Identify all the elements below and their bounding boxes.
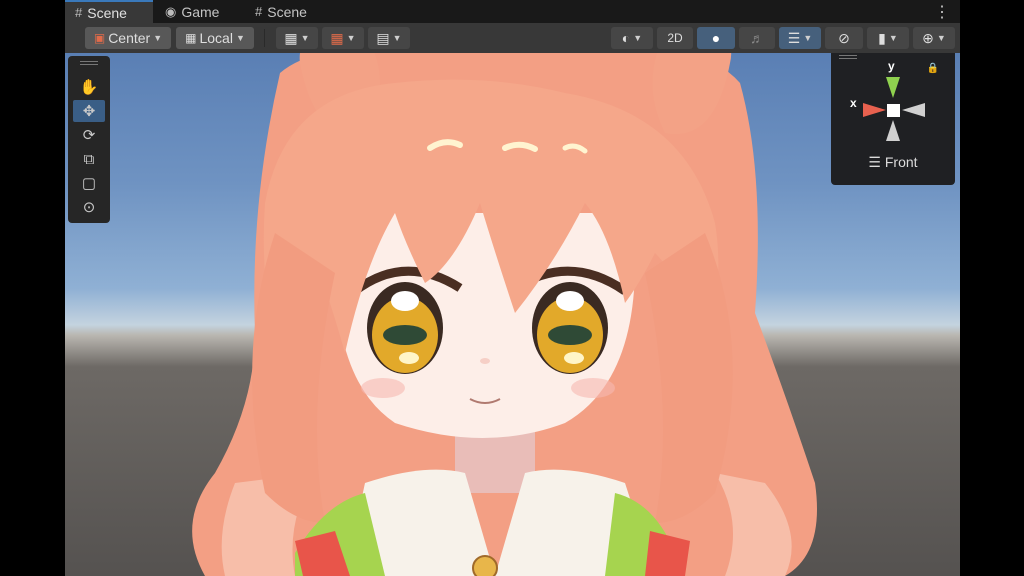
hand-tool[interactable]: ✋	[73, 76, 105, 98]
scale-tool[interactable]: ⧉	[73, 148, 105, 170]
align-button[interactable]: ▤ ▼	[368, 27, 410, 49]
lightbulb-icon: ●	[711, 30, 721, 46]
transform-tool[interactable]: ⊙	[73, 196, 105, 218]
chevron-down-icon: ▼	[346, 33, 356, 43]
y-axis-cone	[886, 77, 900, 98]
gizmo-center	[887, 104, 900, 117]
lighting-toggle[interactable]: ●	[697, 27, 735, 49]
chevron-down-icon: ▼	[633, 33, 643, 43]
layers-icon: ☰	[787, 29, 801, 46]
chevron-down-icon: ▼	[300, 33, 310, 43]
tab-scene-2[interactable]: # Scene	[245, 0, 333, 23]
cube-icon: ▦	[185, 31, 197, 45]
grid-icon: #	[75, 5, 83, 20]
camera-dropdown[interactable]: ▮ ▼	[867, 27, 909, 49]
more-options-icon[interactable]: ⋮	[934, 2, 950, 22]
view-label-text: Front	[884, 154, 918, 170]
camera-icon: ▮	[878, 29, 886, 46]
tab-bar: # Scene ◉ Game # Scene ⋮	[65, 0, 960, 23]
grid-snap-icon: ▦	[284, 29, 298, 46]
space-dropdown[interactable]: ▦ Local ▼	[176, 27, 254, 49]
hidden-objects-toggle[interactable]: ⊘	[825, 27, 863, 49]
menu-icon: ☰	[868, 154, 881, 170]
space-label: Local	[199, 30, 233, 46]
chevron-down-icon: ▼	[392, 33, 402, 43]
chevron-down-icon: ▼	[235, 33, 245, 43]
chevron-down-icon: ▼	[936, 33, 946, 43]
tab-label: Scene	[267, 3, 307, 20]
scene-window: # Scene ◉ Game # Scene ⋮ ▣ Center ▼ ▦ Lo…	[65, 0, 960, 576]
gizmos-dropdown[interactable]: ⊕ ▼	[913, 27, 955, 49]
chevron-down-icon: ▼	[888, 33, 898, 43]
mode-2d-toggle[interactable]: 2D	[657, 27, 693, 49]
hand-icon: ✋	[79, 79, 99, 96]
grid-icon: #	[255, 4, 263, 19]
orientation-gizmo[interactable]: 🔒 y x ☰ Front	[831, 53, 955, 185]
pivot-icon: ▣	[93, 31, 106, 45]
tab-game[interactable]: ◉ Game	[155, 0, 235, 23]
shading-sphere-icon: ◐	[621, 30, 631, 46]
rotate-tool[interactable]: ⟳	[73, 124, 105, 146]
globe-icon: ⊕	[922, 29, 934, 46]
move-tool[interactable]: ✥	[73, 100, 105, 122]
x-axis-cone	[863, 103, 886, 117]
scene-viewport[interactable]: ✋ ✥ ⟳ ⧉ ▢ ⊙ 🔒 y x ☰ Front	[65, 53, 960, 576]
character-render	[192, 53, 817, 576]
tab-label: Game	[181, 3, 220, 20]
tools-overlay: ✋ ✥ ⟳ ⧉ ▢ ⊙	[68, 56, 110, 223]
scale-icon: ⧉	[83, 150, 95, 168]
eye-slash-icon: ⊘	[838, 29, 850, 46]
shading-mode-dropdown[interactable]: ◐ ▼	[611, 27, 653, 49]
audio-icon: ♬	[750, 30, 764, 46]
snap-icon: ▦	[330, 29, 344, 46]
brooch	[472, 555, 498, 576]
scene-toolbar: ▣ Center ▼ ▦ Local ▼ ▦ ▼ ▦ ▼ ▤ ▼ ◐ ▼ 2D	[65, 23, 960, 54]
rotate-icon: ⟳	[82, 127, 96, 144]
pivot-label: Center	[108, 30, 151, 46]
mode-2d-label: 2D	[667, 31, 683, 45]
view-label[interactable]: ☰ Front	[831, 154, 955, 171]
grid-snap-button[interactable]: ▦ ▼	[276, 27, 318, 49]
neg-x-axis-cone	[902, 103, 925, 117]
tab-scene[interactable]: # Scene	[65, 0, 153, 23]
effects-dropdown[interactable]: ☰ ▼	[779, 27, 821, 49]
chevron-down-icon: ▼	[153, 33, 163, 43]
increment-snap-button[interactable]: ▦ ▼	[322, 27, 364, 49]
tab-label: Scene	[87, 4, 127, 21]
rect-tool[interactable]: ▢	[73, 172, 105, 194]
gamepad-icon: ◉	[165, 3, 177, 19]
chevron-down-icon: ▼	[803, 33, 813, 43]
neg-y-axis-cone	[886, 120, 900, 141]
toolbar-divider	[264, 29, 265, 47]
move-icon: ✥	[82, 103, 96, 120]
gizmo-axes	[863, 77, 925, 141]
drag-handle[interactable]	[80, 61, 98, 65]
transform-icon: ⊙	[82, 199, 96, 216]
align-icon: ▤	[376, 29, 390, 46]
rect-icon: ▢	[81, 175, 97, 192]
pivot-dropdown[interactable]: ▣ Center ▼	[85, 27, 171, 49]
audio-toggle[interactable]: ♬	[739, 27, 775, 49]
